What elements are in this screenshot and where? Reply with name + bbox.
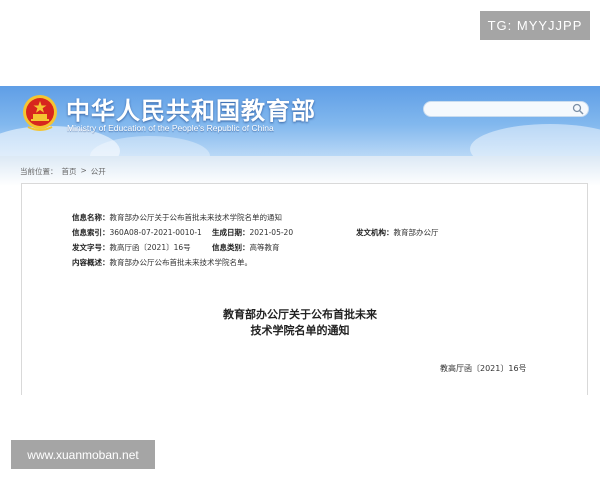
meta-name-label: 信息名称： (72, 213, 110, 222)
national-emblem-icon[interactable] (22, 93, 58, 133)
meta-name-value: 教育部办公厅关于公布首批未来技术学院名单的通知 (109, 213, 283, 222)
meta-category-value: 高等教育 (249, 243, 280, 252)
meta-category-row: 信息类别：高等教育 (212, 242, 280, 253)
meta-issuer-row: 发文机构：教育部办公厅 (356, 227, 439, 238)
meta-date-value: 2021-05-20 (249, 228, 294, 237)
breadcrumb-separator: > (80, 166, 87, 175)
meta-docno-value: 教高厅函〔2021〕16号 (109, 243, 191, 252)
meta-index-value: 360A08-07-2021-0010-1 (109, 228, 202, 237)
breadcrumb: 当前位置： 首页 > 公开 (20, 166, 106, 177)
site-watermark: www.xuanmoban.net (11, 440, 155, 469)
breadcrumb-current-label: 当前位置： (20, 167, 58, 176)
meta-index-label: 信息索引： (72, 228, 110, 237)
meta-summary-row: 内容概述：教育部办公厅公布首批未来技术学院名单。 (72, 257, 252, 268)
site-title-en: Ministry of Education of the People's Re… (67, 123, 274, 133)
meta-category-label: 信息类别： (212, 243, 250, 252)
meta-summary-value: 教育部办公厅公布首批未来技术学院名单。 (109, 258, 253, 267)
meta-index-row: 信息索引：360A08-07-2021-0010-1 (72, 227, 202, 238)
site-watermark-text: www.xuanmoban.net (27, 447, 139, 462)
telegram-badge-text: TG: MYYJJPP (487, 18, 583, 33)
banner-cloud (470, 124, 600, 156)
telegram-badge: TG: MYYJJPP (480, 11, 590, 40)
meta-docno-row: 发文字号：教高厅函〔2021〕16号 (72, 242, 191, 253)
breadcrumb-section-link[interactable]: 公开 (91, 166, 106, 177)
search-icon[interactable] (572, 103, 584, 115)
document-title-line2: 技术学院名单的通知 (250, 324, 350, 337)
site-title-cn[interactable]: 中华人民共和国教育部 (66, 91, 316, 126)
search-input[interactable] (423, 101, 589, 117)
meta-docno-label: 发文字号： (72, 243, 110, 252)
meta-date-label: 生成日期： (212, 228, 250, 237)
meta-name-row: 信息名称：教育部办公厅关于公布首批未来技术学院名单的通知 (72, 212, 282, 223)
breadcrumb-home-link[interactable]: 首页 (62, 166, 77, 177)
document-title-line1: 教育部办公厅关于公布首批未来 (223, 308, 377, 321)
meta-summary-label: 内容概述： (72, 258, 110, 267)
meta-issuer-value: 教育部办公厅 (393, 228, 439, 237)
document-number: 教高厅函〔2021〕16号 (440, 364, 527, 373)
meta-issuer-label: 发文机构： (356, 228, 394, 237)
meta-date-row: 生成日期：2021-05-20 (212, 227, 293, 238)
site-header-banner: 中华人民共和国教育部 Ministry of Education of the … (0, 86, 600, 156)
